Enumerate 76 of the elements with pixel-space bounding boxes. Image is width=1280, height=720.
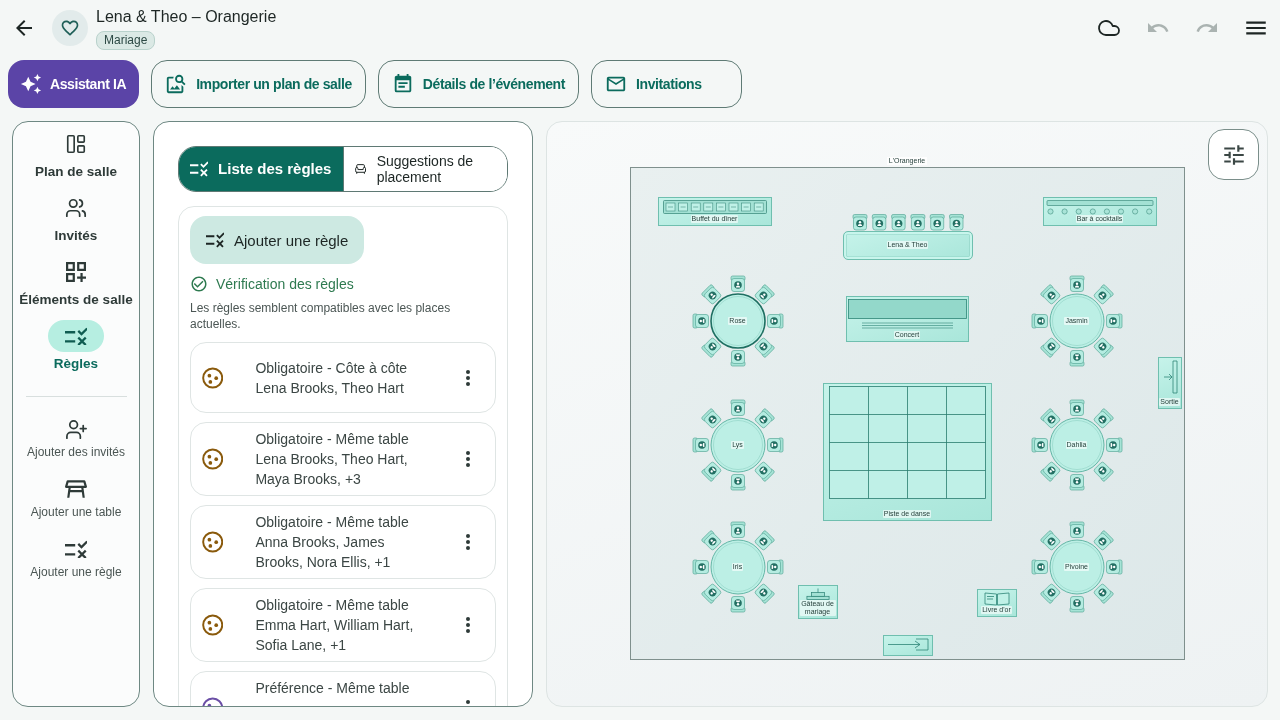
chair-icon: [730, 399, 745, 416]
add-rule-button[interactable]: Ajouter une règle: [190, 216, 365, 264]
chair-icon: [1031, 437, 1048, 452]
chair-icon: [766, 313, 783, 328]
chair-icon: [890, 213, 906, 230]
image-search-icon: [165, 73, 188, 95]
more-vertical-icon: [466, 617, 471, 633]
grid-plus-icon: [66, 262, 86, 282]
chair-icon: [1031, 313, 1048, 328]
chair-icon: [730, 275, 745, 292]
chair-icon: [1069, 275, 1084, 292]
nav-item[interactable]: Plan de salle: [35, 128, 117, 181]
event-type-tag: Mariage: [96, 30, 156, 50]
assistant-button[interactable]: Assistant IA: [8, 60, 140, 108]
rule-title: Obligatoire - Même table: [255, 430, 410, 449]
chair-icon: [692, 313, 709, 328]
check-title: Vérification des règles: [216, 276, 354, 292]
chair-icon: [766, 559, 783, 574]
chair-icon: [948, 213, 964, 230]
chair-icon: [910, 213, 925, 230]
filter-button[interactable]: [1208, 129, 1259, 180]
chair-icon: [1069, 521, 1084, 538]
rule-guests: Emma Hart, William Hart, Sofia Lane, +1: [255, 616, 415, 655]
rule-title: Obligatoire - Côte à côte: [255, 358, 409, 378]
people-icon: [65, 197, 87, 219]
rules-icon: [65, 326, 87, 346]
invitations-button[interactable]: Invitations: [591, 60, 742, 108]
chair-icon: [692, 437, 709, 452]
rule-guests: Lena Brooks, Theo Hart, Maya Brooks, +3: [255, 450, 409, 489]
chair-icon: [1031, 559, 1048, 574]
chair-icon: [871, 213, 887, 230]
exit-door-icon: [1161, 359, 1178, 394]
open-book-icon: [983, 591, 1010, 606]
chair-icon: [1069, 399, 1084, 416]
rules-icon: [190, 161, 209, 177]
chair-icon: [1105, 313, 1122, 328]
nav-action[interactable]: Ajouter des invités: [26, 417, 126, 460]
chair-icon: [1105, 437, 1122, 452]
nav-action[interactable]: Ajouter une table: [30, 477, 122, 520]
rule-title: Obligatoire - Même table: [255, 596, 410, 615]
rule-guests: Lena Brooks, Theo Hart: [255, 378, 405, 398]
rules-icon: [206, 232, 224, 248]
entrance-arrow-icon: [885, 637, 930, 651]
nav-item[interactable]: Invités: [48, 192, 104, 245]
chair-icon: [1069, 473, 1084, 490]
rule-guests: Anna Brooks, James Brooks, Nora Ellis, +1: [255, 533, 392, 572]
rule-title: Préférence - Même table: [255, 679, 411, 698]
sparkles-icon: [20, 73, 42, 95]
tab[interactable]: Liste des règles: [179, 147, 343, 191]
chair-icon: [766, 437, 783, 452]
more-vertical-icon: [466, 534, 471, 550]
rules-icon: [65, 539, 87, 559]
nav-item[interactable]: Éléments de salle: [19, 256, 133, 309]
import-plan-button[interactable]: Importer un plan de salle: [151, 60, 366, 108]
table-icon: [65, 480, 87, 498]
more-vertical-icon: [466, 369, 471, 386]
chair-icon: [852, 213, 867, 230]
more-vertical-icon: [466, 451, 471, 467]
person-add-icon: [64, 417, 88, 441]
chair-icon: [730, 521, 745, 538]
cake-icon: [804, 587, 831, 600]
check-message: Les règles semblent compatibles avec les places actuelles.: [190, 300, 452, 332]
chair-icon: [730, 595, 745, 612]
tab[interactable]: Suggestions de placement: [342, 147, 507, 191]
chair-icon: [1069, 349, 1084, 366]
chair-icon: [730, 349, 745, 366]
chair-icon: [730, 473, 745, 490]
chair-icon: [1105, 559, 1122, 574]
event-title: Lena & Theo – Orangerie: [96, 6, 277, 27]
chair-icon: [692, 559, 709, 574]
layout-icon: [65, 133, 87, 155]
chair-icon: [929, 213, 945, 230]
event-details-button[interactable]: Détails de l’événement: [377, 60, 579, 108]
chair-icon: [1069, 595, 1084, 612]
nav-action[interactable]: Ajouter une règle: [30, 537, 122, 580]
rule-title: Obligatoire - Même table: [255, 513, 410, 532]
